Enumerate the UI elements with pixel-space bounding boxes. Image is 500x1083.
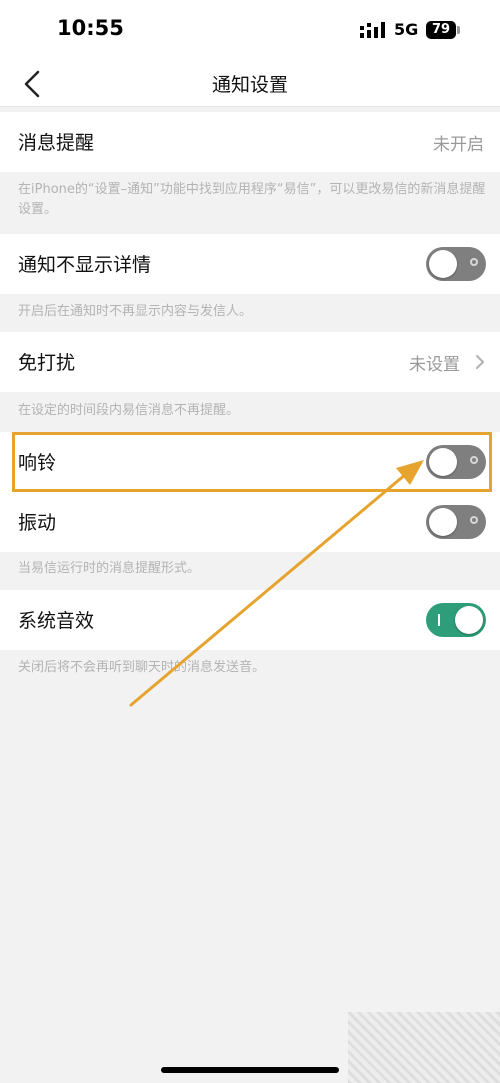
status-time: 10:55 <box>57 16 124 40</box>
toggle-knob <box>429 508 457 536</box>
toggle-knob <box>455 606 483 634</box>
vibrate-label: 振动 <box>18 512 57 534</box>
hide-details-toggle[interactable] <box>426 247 486 281</box>
system-sound-note: 关闭后将不会再听到聊天时的消息发送音。 <box>18 660 266 675</box>
blurred-watermark <box>348 1012 500 1083</box>
do-not-disturb-note: 在设定的时间段内易信消息不再提醒。 <box>18 403 240 418</box>
vibrate-row: 振动 <box>0 492 500 552</box>
cellular-signal-icon <box>360 22 385 38</box>
toggle-knob <box>429 250 457 278</box>
toggle-off-indicator <box>470 258 478 266</box>
system-sound-toggle[interactable] <box>426 603 486 637</box>
battery-icon: 79 <box>426 21 456 39</box>
toggle-off-indicator <box>470 516 478 524</box>
hide-details-row: 通知不显示详情 <box>0 234 500 294</box>
alert-style-note: 当易信运行时的消息提醒形式。 <box>18 561 201 576</box>
hide-details-label: 通知不显示详情 <box>18 254 152 276</box>
page-title: 通知设置 <box>211 74 288 96</box>
ringtone-highlight-box <box>12 432 492 492</box>
system-sound-row: 系统音效 <box>0 590 500 650</box>
message-alert-value: 未开启 <box>433 135 484 155</box>
do-not-disturb-value: 未设置 <box>409 355 460 375</box>
message-alert-row[interactable]: 消息提醒 未开启 <box>0 112 500 172</box>
vibrate-toggle[interactable] <box>426 505 486 539</box>
chevron-right-icon <box>476 355 484 369</box>
battery-tip <box>457 26 460 34</box>
system-sound-label: 系统音效 <box>18 610 95 632</box>
message-alert-note: 在iPhone的“设置–通知”功能中找到应用程序“易信”，可以更改易信的新消息提… <box>18 182 486 217</box>
home-indicator <box>161 1067 339 1073</box>
nav-bar: 通知设置 <box>0 62 500 107</box>
do-not-disturb-label: 免打扰 <box>18 352 76 374</box>
hide-details-note: 开启后在通知时不再显示内容与发信人。 <box>18 304 253 319</box>
network-type: 5G <box>394 20 419 39</box>
toggle-on-indicator <box>438 614 440 626</box>
status-bar: 10:55 5G 79 <box>0 0 500 62</box>
do-not-disturb-row[interactable]: 免打扰 未设置 <box>0 332 500 392</box>
message-alert-label: 消息提醒 <box>18 132 95 154</box>
